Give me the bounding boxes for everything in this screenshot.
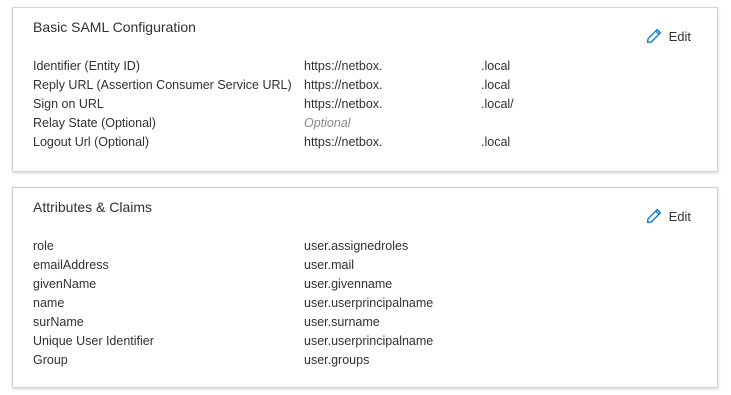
claim-name: emailAddress: [33, 258, 109, 272]
claim-name: Group: [33, 353, 68, 367]
claim-row-role: role user.assignedroles: [33, 237, 697, 256]
saml-row-value: https://netbox.: [304, 59, 383, 73]
claim-value: user.userprincipalname: [304, 334, 434, 348]
claim-value: user.surname: [304, 315, 380, 329]
claim-value: user.groups: [304, 353, 370, 367]
claim-name: role: [33, 239, 54, 253]
saml-row-value-placeholder: Optional: [304, 116, 351, 130]
saml-row-value-suffix: .local: [481, 135, 511, 149]
basic-saml-configuration-card: Basic SAML Configuration Edit Identifier…: [12, 7, 718, 172]
claim-row-unique-user-identifier: Unique User Identifier user.userprincipa…: [33, 332, 697, 351]
saml-row-value-suffix: .local: [481, 78, 511, 92]
saml-row-value: https://netbox.: [304, 135, 383, 149]
claims-list: role user.assignedroles emailAddress use…: [33, 237, 697, 370]
saml-row-label: Sign on URL: [33, 97, 104, 111]
claims-edit-label: Edit: [668, 208, 691, 224]
claim-value: user.mail: [304, 258, 355, 272]
claim-row-group: Group user.groups: [33, 351, 697, 370]
saml-row-sign-on-url: Sign on URL https://netbox. .local/: [33, 95, 697, 114]
claim-row-email-address: emailAddress user.mail: [33, 256, 697, 275]
saml-card-title: Basic SAML Configuration: [33, 19, 196, 35]
claim-value: user.givenname: [304, 277, 393, 291]
saml-settings-list: Identifier (Entity ID) https://netbox. .…: [33, 57, 697, 152]
saml-row-label: Relay State (Optional): [33, 116, 156, 130]
attributes-and-claims-card: Attributes & Claims Edit role user.assig…: [12, 187, 718, 388]
saml-row-value-suffix: .local/: [481, 97, 514, 111]
saml-row-logout-url: Logout Url (Optional) https://netbox. .l…: [33, 133, 697, 152]
claim-name: Unique User Identifier: [33, 334, 154, 348]
saml-edit-button[interactable]: Edit: [646, 28, 691, 44]
saml-row-identifier: Identifier (Entity ID) https://netbox. .…: [33, 57, 697, 76]
saml-row-reply-url: Reply URL (Assertion Consumer Service UR…: [33, 76, 697, 95]
saml-row-value: https://netbox.: [304, 97, 383, 111]
saml-edit-label: Edit: [668, 28, 691, 44]
claim-row-given-name: givenName user.givenname: [33, 275, 697, 294]
saml-row-label: Identifier (Entity ID): [33, 59, 140, 73]
claim-name: givenName: [33, 277, 97, 291]
saml-row-label: Reply URL (Assertion Consumer Service UR…: [33, 78, 292, 92]
claim-value: user.userprincipalname: [304, 296, 434, 310]
claim-row-name: name user.userprincipalname: [33, 294, 697, 313]
claim-name: surName: [33, 315, 84, 329]
claim-value: user.assignedroles: [304, 239, 409, 253]
saml-row-relay-state: Relay State (Optional) Optional: [33, 114, 697, 133]
claims-card-title: Attributes & Claims: [33, 199, 153, 215]
claims-edit-button[interactable]: Edit: [646, 208, 691, 224]
pencil-icon: [646, 28, 662, 44]
pencil-icon: [646, 208, 662, 224]
claim-name: name: [33, 296, 65, 310]
claim-row-surname: surName user.surname: [33, 313, 697, 332]
saml-row-value-suffix: .local: [481, 59, 511, 73]
saml-row-value: https://netbox.: [304, 78, 383, 92]
saml-row-label: Logout Url (Optional): [33, 135, 150, 149]
